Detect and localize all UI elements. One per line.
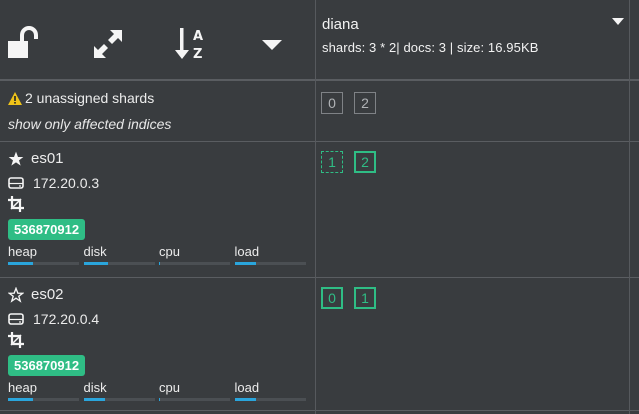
node-badge: 536870912 <box>8 355 86 376</box>
header-divider <box>0 79 639 81</box>
node-name-row: es01 <box>8 150 310 167</box>
node-ip-row: 172.20.0.3 <box>8 175 310 191</box>
hard-drive-icon <box>8 313 24 325</box>
primary-shard[interactable]: 0 <box>321 287 343 309</box>
metric-label: disk <box>83 380 107 395</box>
metric-bar <box>159 398 230 401</box>
node-name[interactable]: es01 <box>31 150 64 167</box>
metric-bar <box>8 398 79 401</box>
index-header[interactable]: diana shards: 3 * 2| docs: 3 | size: 16.… <box>322 16 622 55</box>
metric-bar <box>234 398 306 401</box>
node-ip: 172.20.0.3 <box>33 175 100 191</box>
unlock-icon[interactable] <box>6 26 42 62</box>
node-row: es01 172.20.0.3 536870912 heap disk cpu … <box>8 150 310 265</box>
unassigned-shard[interactable]: 2 <box>354 92 376 114</box>
row-divider <box>0 141 639 142</box>
warning-icon <box>8 92 22 105</box>
metric-disk: disk <box>83 244 160 265</box>
crop-icon <box>8 196 24 212</box>
index-name[interactable]: diana <box>322 16 622 33</box>
node-row: es02 172.20.0.4 536870912 heap disk cpu … <box>8 286 310 401</box>
node-metrics: heap disk cpu load <box>8 244 310 265</box>
metric-label: load <box>234 380 260 395</box>
metric-fill <box>234 262 256 265</box>
metric-label: heap <box>8 380 37 395</box>
master-star-icon <box>8 151 24 166</box>
metric-heap: heap <box>8 244 84 265</box>
metric-label: cpu <box>159 244 180 259</box>
metric-fill <box>83 262 109 265</box>
metric-label: heap <box>8 244 37 259</box>
node-ip: 172.20.0.4 <box>33 311 100 327</box>
index-dropdown-caret-icon[interactable] <box>612 18 624 26</box>
metric-load: load <box>234 244 311 265</box>
hard-drive-icon <box>8 177 24 189</box>
metric-load: load <box>234 380 311 401</box>
metric-label: cpu <box>159 380 180 395</box>
node-name-row: es02 <box>8 286 310 303</box>
metric-fill <box>234 398 256 401</box>
node-ip-row: 172.20.0.4 <box>8 311 310 327</box>
column-divider <box>629 0 630 414</box>
show-affected-indices-link[interactable]: show only affected indices <box>8 116 171 132</box>
star-outline-icon <box>8 286 24 303</box>
metric-fill <box>8 262 33 265</box>
node-name[interactable]: es02 <box>31 286 64 303</box>
metric-label: load <box>234 244 260 259</box>
index-stats: shards: 3 * 2| docs: 3 | size: 16.95KB <box>322 40 539 55</box>
column-divider <box>315 0 316 414</box>
metric-cpu: cpu <box>159 244 235 265</box>
crop-icon <box>8 332 24 348</box>
metric-fill <box>83 398 105 401</box>
metric-bar <box>83 262 155 265</box>
caret-down-icon[interactable] <box>254 26 290 62</box>
replica-shard[interactable]: 1 <box>321 151 343 173</box>
unassigned-shard[interactable]: 0 <box>321 92 343 114</box>
metric-label: disk <box>83 244 107 259</box>
expand-icon[interactable] <box>90 26 126 62</box>
metric-bar <box>8 262 79 265</box>
primary-shard[interactable]: 1 <box>354 287 376 309</box>
metric-bar <box>83 398 155 401</box>
metric-bar <box>234 262 306 265</box>
metric-fill <box>159 262 161 265</box>
metric-disk: disk <box>83 380 160 401</box>
row-divider <box>0 277 639 278</box>
metric-heap: heap <box>8 380 84 401</box>
metric-cpu: cpu <box>159 380 235 401</box>
metric-bar <box>159 262 230 265</box>
metric-fill <box>159 398 161 401</box>
node-badge: 536870912 <box>8 219 86 240</box>
sort-alpha-icon[interactable]: A Z <box>175 26 211 62</box>
row-divider <box>0 410 639 411</box>
primary-shard[interactable]: 2 <box>354 151 376 173</box>
svg-text:A: A <box>193 29 203 44</box>
metric-fill <box>8 398 33 401</box>
unassigned-text: 2 unassigned shards <box>25 90 155 106</box>
unassigned-shards-warning: 2 unassigned shards <box>8 90 154 106</box>
node-metrics: heap disk cpu load <box>8 380 310 401</box>
svg-text:Z: Z <box>193 47 202 62</box>
